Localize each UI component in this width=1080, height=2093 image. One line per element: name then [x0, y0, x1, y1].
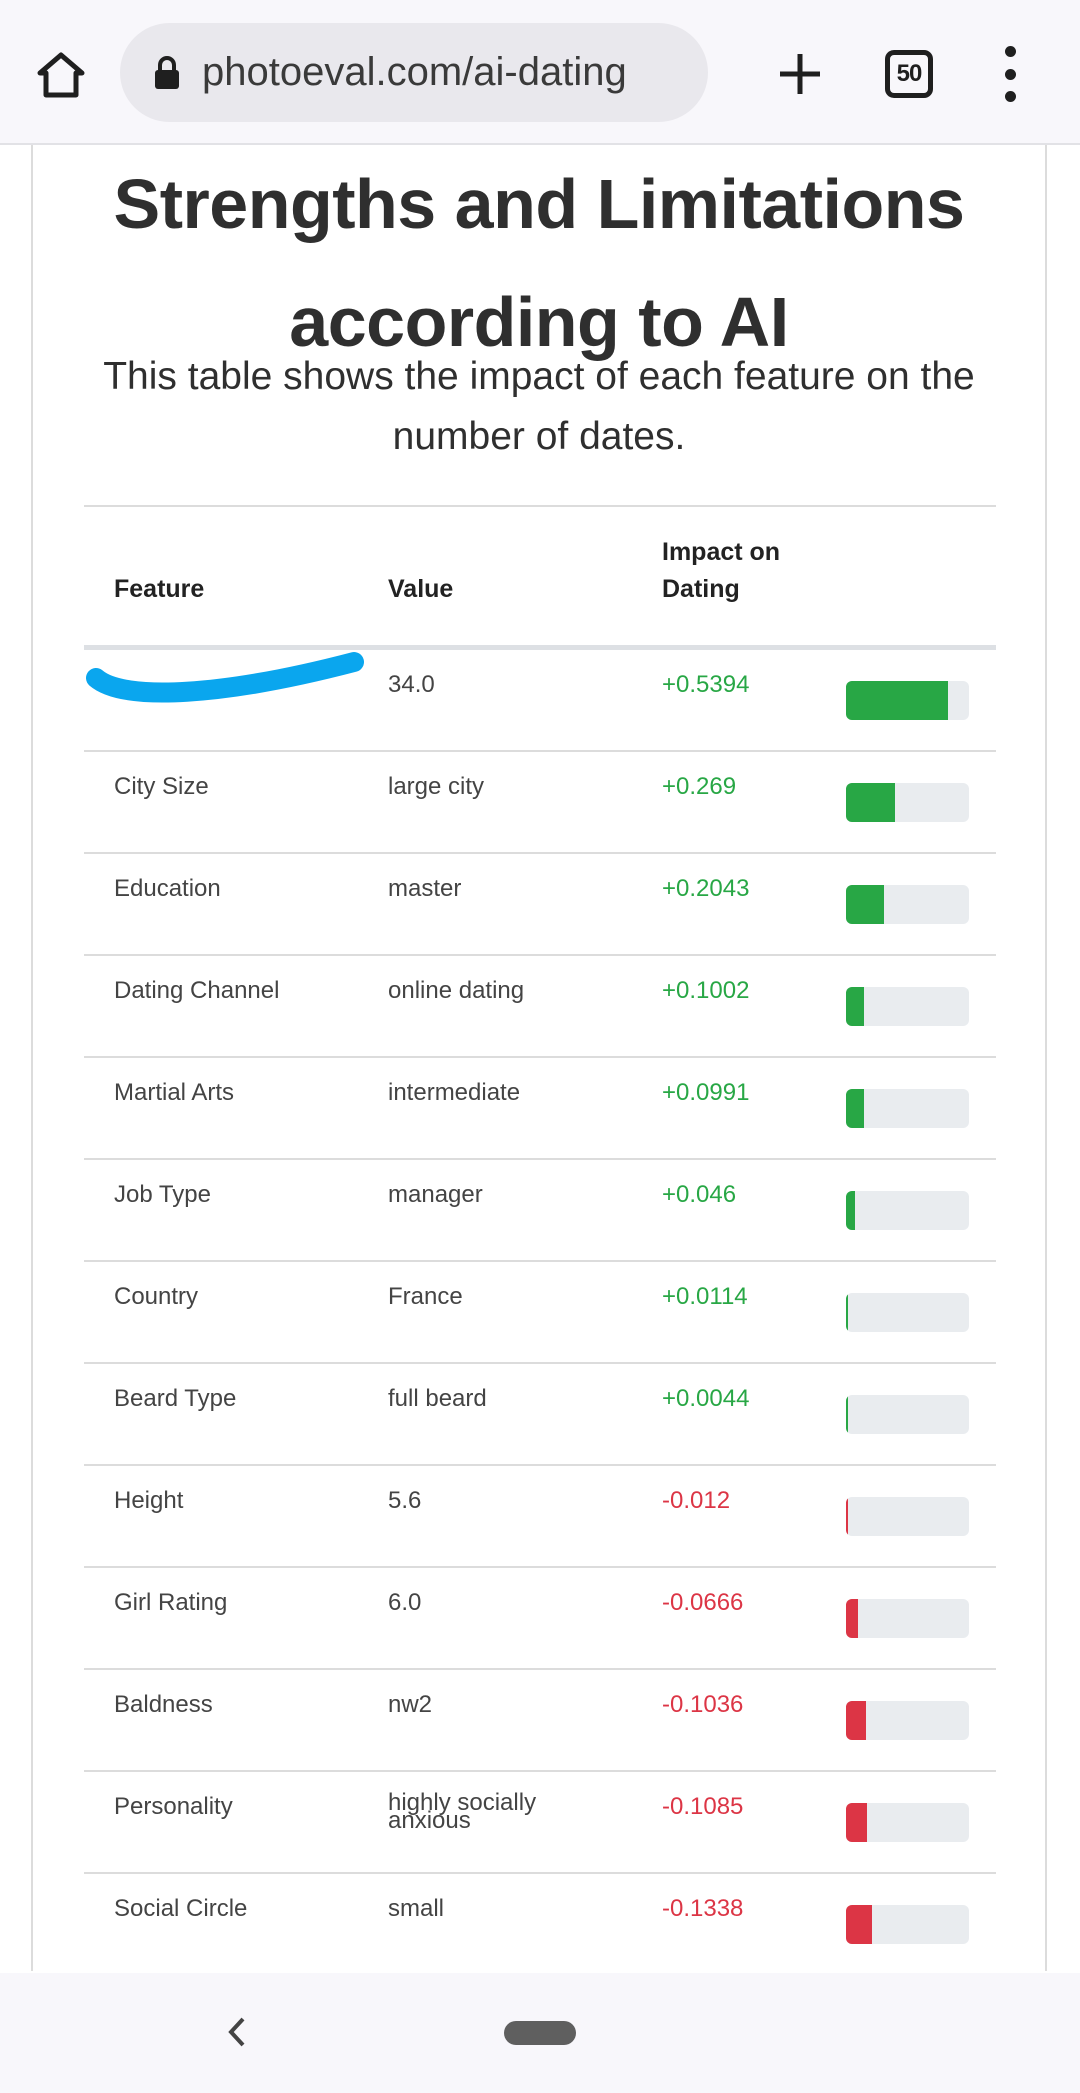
impact-cell: +0.2043: [662, 875, 750, 902]
impact-bar-fill: [846, 681, 949, 720]
redaction-scribble: [86, 652, 364, 703]
impact-bar-fill: [846, 1599, 859, 1638]
impact-cell: -0.0666: [662, 1589, 744, 1616]
back-chevron-icon[interactable]: [222, 2007, 252, 2057]
impact-bar-track: [846, 1497, 969, 1536]
table-row: Education master +0.2043: [84, 854, 996, 956]
impact-bar-track: [846, 681, 969, 720]
impact-table: Feature Value Impact on Dating 34.0 +0.53…: [84, 505, 996, 1976]
table-row: Martial Arts intermediate +0.0991: [84, 1058, 996, 1160]
impact-bar-track: [846, 1803, 969, 1842]
table-row: Baldness nw2 -0.1036: [84, 1670, 996, 1772]
table-row: Personality highly socially anxious -0.108…: [84, 1772, 996, 1874]
value-cell: online dating: [388, 977, 525, 1004]
value-cell: 5.6: [388, 1487, 422, 1514]
value-cell: 6.0: [388, 1589, 422, 1616]
table-row: Social Circle small -0.1338: [84, 1874, 996, 1976]
feature-cell: Job Type: [114, 1181, 211, 1208]
feature-cell: Education: [114, 875, 221, 902]
impact-cell: +0.0044: [662, 1385, 750, 1412]
tab-count: 50: [896, 60, 923, 87]
impact-bar-track: [846, 885, 969, 924]
browser-toolbar: photoeval.com/ai-dating 50: [0, 0, 1080, 145]
feature-cell: Dating Channel: [114, 977, 280, 1004]
plus-icon[interactable]: [766, 40, 834, 108]
impact-bar-track: [846, 783, 969, 822]
table-row: Job Type manager +0.046: [84, 1160, 996, 1262]
impact-bar-track: [846, 1599, 969, 1638]
header-value: Value: [388, 575, 454, 603]
impact-bar-fill: [846, 1191, 855, 1230]
impact-bar-fill: [846, 885, 885, 924]
table-row: Girl Rating 6.0 -0.0666: [84, 1568, 996, 1670]
table-row: Country France +0.0114: [84, 1262, 996, 1364]
impact-bar-track: [846, 1905, 969, 1944]
table-row: City Size large city +0.269: [84, 752, 996, 854]
impact-cell: +0.0114: [662, 1283, 748, 1310]
value-cell: highly socially anxious: [388, 1789, 537, 1834]
tab-switcher-button[interactable]: 50: [885, 50, 933, 98]
impact-bar-track: [846, 1701, 969, 1740]
impact-bar-track: [846, 1089, 969, 1128]
page-content: Strengths and Limitations according to A…: [31, 145, 1047, 1976]
impact-bar-fill: [846, 1293, 849, 1332]
impact-bar-fill: [846, 1905, 872, 1944]
table-body: 34.0 +0.5394 City Size large city +0.269 Educ…: [84, 650, 996, 1976]
feature-cell: Height: [114, 1487, 184, 1514]
value-cell: 34.0: [388, 671, 435, 698]
lock-icon: [154, 55, 180, 90]
value-cell: manager: [388, 1181, 483, 1208]
impact-bar-track: [846, 1191, 969, 1230]
impact-bar-fill: [846, 1497, 849, 1536]
impact-bar-fill: [846, 1089, 865, 1128]
home-icon[interactable]: [30, 44, 92, 106]
impact-bar-fill: [846, 1701, 866, 1740]
impact-bar-fill: [846, 783, 896, 822]
impact-bar-fill: [846, 987, 865, 1026]
more-vert-icon[interactable]: [990, 46, 1030, 102]
value-cell: France: [388, 1283, 463, 1310]
value-cell: intermediate: [388, 1079, 521, 1106]
feature-cell: Beard Type: [114, 1385, 237, 1412]
value-cell: small: [388, 1895, 445, 1922]
impact-bar-track: [846, 987, 969, 1026]
feature-cell: Girl Rating: [114, 1589, 228, 1616]
table-row: 34.0 +0.5394: [84, 650, 996, 752]
table-row: Beard Type full beard +0.0044: [84, 1364, 996, 1466]
feature-cell: City Size: [114, 773, 209, 800]
feature-cell: Country: [114, 1283, 199, 1310]
value-cell: full beard: [388, 1385, 487, 1412]
value-cell: large city: [388, 773, 485, 800]
impact-cell: +0.1002: [662, 977, 750, 1004]
url-text: photoeval.com/ai-dating: [202, 50, 627, 94]
impact-cell: -0.012: [662, 1487, 731, 1514]
page-title: Strengths and Limitations according to A…: [113, 165, 965, 361]
header-impact: Impact on Dating: [662, 538, 781, 603]
feature-cell: Martial Arts: [114, 1079, 235, 1106]
url-bar[interactable]: photoeval.com/ai-dating: [120, 23, 708, 122]
impact-cell: -0.1085: [662, 1793, 744, 1820]
feature-cell: Baldness: [114, 1691, 213, 1718]
home-pill-icon[interactable]: [504, 2021, 576, 2045]
impact-bar-fill: [846, 1803, 867, 1842]
table-row: Dating Channel online dating +0.1002: [84, 956, 996, 1058]
feature-cell: Personality: [114, 1793, 233, 1820]
impact-cell: -0.1338: [662, 1895, 744, 1922]
table-row: Height 5.6 -0.012: [84, 1466, 996, 1568]
impact-cell: +0.5394: [662, 671, 750, 698]
page-subtitle: This table shows the impact of each feat…: [103, 355, 975, 458]
table-header: Feature Value Impact on Dating: [84, 505, 996, 650]
header-feature: Feature: [114, 575, 205, 603]
value-cell: master: [388, 875, 462, 902]
impact-bar-track: [846, 1395, 969, 1434]
feature-cell: Social Circle: [114, 1895, 248, 1922]
impact-bar-track: [846, 1293, 969, 1332]
impact-bar-fill: [846, 1395, 848, 1434]
impact-cell: +0.269: [662, 773, 737, 800]
impact-cell: +0.046: [662, 1181, 737, 1208]
system-nav-bar: [0, 1973, 1080, 2093]
impact-cell: +0.0991: [662, 1079, 750, 1106]
value-cell: nw2: [388, 1691, 433, 1718]
impact-cell: -0.1036: [662, 1691, 744, 1718]
